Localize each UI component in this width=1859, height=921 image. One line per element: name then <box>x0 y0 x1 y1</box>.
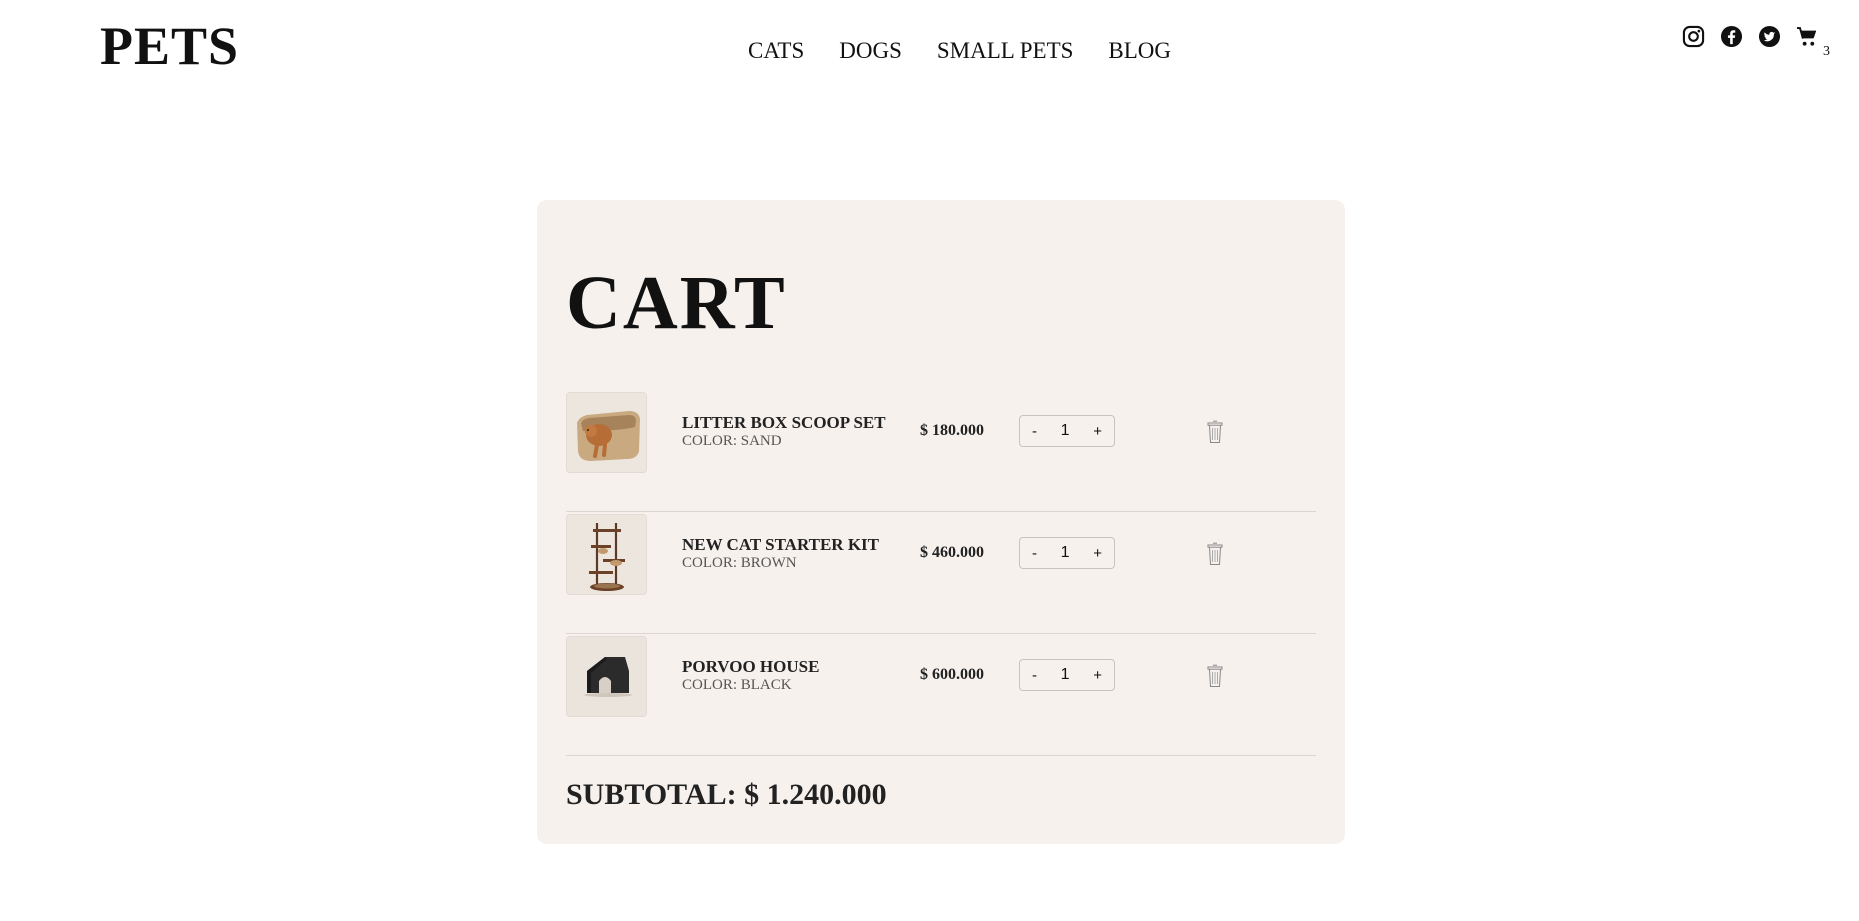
product-price: $ 600.000 <box>920 666 984 683</box>
site-header: PETS CATS DOGS SMALL PETS BLOG 3 <box>0 0 1859 100</box>
product-name[interactable]: NEW CAT STARTER KIT <box>682 535 879 555</box>
cart-title: CART <box>566 261 787 345</box>
increase-quantity-button[interactable]: + <box>1091 423 1104 440</box>
cart-item: PORVOO HOUSE COLOR: BLACK $ 600.000 - 1 … <box>566 634 1316 756</box>
trash-icon[interactable] <box>1207 542 1223 566</box>
decrease-quantity-button[interactable]: - <box>1030 545 1039 562</box>
nav-small-pets[interactable]: SMALL PETS <box>937 38 1074 64</box>
product-image-porvoo-house[interactable] <box>566 636 647 717</box>
cart-count-badge: 3 <box>1823 44 1830 59</box>
product-color: COLOR: BROWN <box>682 555 797 571</box>
product-image-litter-box[interactable] <box>566 392 647 473</box>
increase-quantity-button[interactable]: + <box>1091 545 1104 562</box>
quantity-value[interactable]: 1 <box>1061 422 1070 440</box>
main-nav: CATS DOGS SMALL PETS BLOG <box>748 38 1171 64</box>
quantity-stepper: - 1 + <box>1019 415 1115 447</box>
decrease-quantity-button[interactable]: - <box>1030 667 1039 684</box>
quantity-stepper: - 1 + <box>1019 537 1115 569</box>
header-icons: 3 <box>1682 25 1830 59</box>
increase-quantity-button[interactable]: + <box>1091 667 1104 684</box>
cart-items: LITTER BOX SCOOP SET COLOR: SAND $ 180.0… <box>566 390 1316 756</box>
nav-blog[interactable]: BLOG <box>1108 38 1171 64</box>
product-image-cat-starter-kit[interactable] <box>566 514 647 595</box>
site-logo[interactable]: PETS <box>100 14 239 79</box>
quantity-stepper: - 1 + <box>1019 659 1115 691</box>
cart-subtotal: SUBTOTAL: $ 1.240.000 <box>566 778 887 811</box>
quantity-value[interactable]: 1 <box>1061 544 1070 562</box>
cart-icon[interactable]: 3 <box>1796 25 1830 59</box>
quantity-value[interactable]: 1 <box>1061 666 1070 684</box>
cart-item: LITTER BOX SCOOP SET COLOR: SAND $ 180.0… <box>566 390 1316 512</box>
instagram-icon[interactable] <box>1682 25 1705 48</box>
trash-icon[interactable] <box>1207 664 1223 688</box>
product-color: COLOR: SAND <box>682 433 782 449</box>
product-price: $ 460.000 <box>920 544 984 561</box>
cart-item: NEW CAT STARTER KIT COLOR: BROWN $ 460.0… <box>566 512 1316 634</box>
twitter-icon[interactable] <box>1758 25 1781 48</box>
product-color: COLOR: BLACK <box>682 677 792 693</box>
cart-panel: CART LITTER BOX SCOOP SET COLOR: SAND $ … <box>537 200 1345 844</box>
nav-dogs[interactable]: DOGS <box>839 38 902 64</box>
decrease-quantity-button[interactable]: - <box>1030 423 1039 440</box>
nav-cats[interactable]: CATS <box>748 38 804 64</box>
product-name[interactable]: PORVOO HOUSE <box>682 657 819 677</box>
product-price: $ 180.000 <box>920 422 984 439</box>
trash-icon[interactable] <box>1207 420 1223 444</box>
product-name[interactable]: LITTER BOX SCOOP SET <box>682 413 886 433</box>
facebook-icon[interactable] <box>1720 25 1743 48</box>
